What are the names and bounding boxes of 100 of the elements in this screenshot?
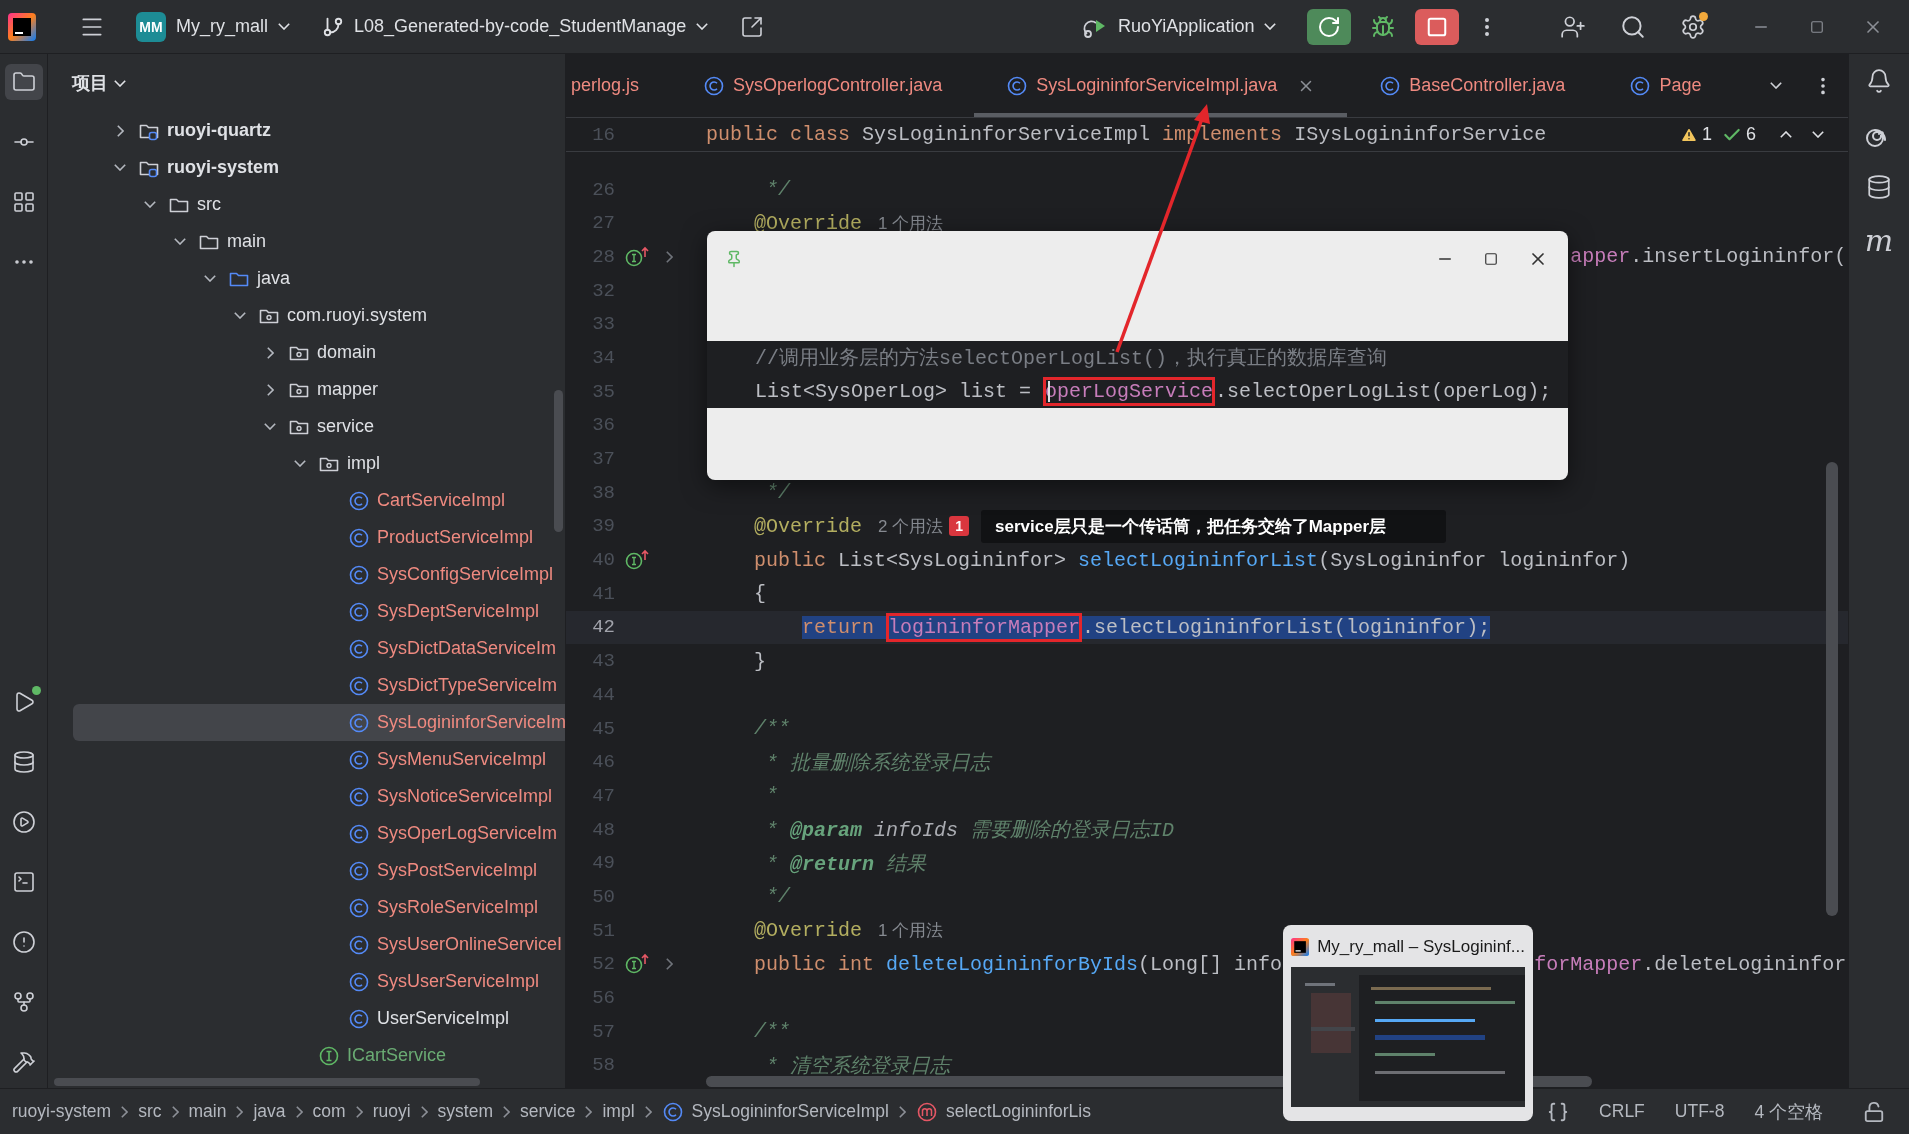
tree-item[interactable]: SysDictDataServiceIm: [73, 630, 565, 667]
expand-icon[interactable]: [204, 275, 216, 282]
tree-item[interactable]: mapper: [73, 371, 565, 408]
check-count[interactable]: 6: [1722, 124, 1756, 145]
tree-item[interactable]: SysLogininforServiceIm: [73, 704, 565, 741]
tool-window-button[interactable]: m: [1864, 226, 1894, 256]
stop-icon[interactable]: [1415, 8, 1459, 45]
code-line: forMapper.deleteLogininfor: [1534, 952, 1847, 976]
breadcrumb-item[interactable]: ruoyi: [372, 1101, 411, 1122]
tree-item[interactable]: SysUserOnlineServiceI: [73, 926, 565, 963]
editor-tab[interactable]: perlog.js: [566, 54, 672, 117]
tree-item[interactable]: java: [73, 260, 565, 297]
implements-icon[interactable]: [625, 953, 651, 976]
separator-icon: [121, 1105, 129, 1118]
class-icon: [348, 526, 370, 549]
encoding[interactable]: UTF-8: [1674, 1101, 1725, 1122]
tree-item[interactable]: service: [73, 408, 565, 445]
database-icon[interactable]: [1866, 174, 1892, 200]
breadcrumb-item[interactable]: selectLogininforLis: [916, 1100, 1091, 1123]
editor-tab[interactable]: BaseController.java: [1347, 54, 1598, 117]
usage-hint[interactable]: 1 个用法: [878, 919, 944, 943]
tree-item[interactable]: src: [73, 186, 565, 223]
tree-item[interactable]: SysNoticeServiceImpl: [73, 778, 565, 815]
implements-icon[interactable]: [625, 549, 651, 572]
project-selector[interactable]: MM My_ry_mall: [130, 7, 296, 46]
rerun-icon[interactable]: [1307, 8, 1351, 45]
class-icon: [348, 637, 370, 660]
scrollbar-thumb[interactable]: [554, 390, 563, 532]
project-tool-icon[interactable]: [4, 64, 43, 100]
breadcrumb-item[interactable]: src: [138, 1101, 162, 1122]
class-icon: [348, 785, 370, 808]
class-icon: [348, 822, 370, 845]
next-icon[interactable]: [1812, 131, 1824, 138]
tree-item[interactable]: SysDictTypeServiceIm: [73, 667, 565, 704]
expand-icon[interactable]: [266, 346, 274, 359]
code-line: }: [753, 649, 766, 673]
run-config-selector[interactable]: RuoYiApplication: [1076, 7, 1291, 46]
breadcrumb-item[interactable]: SysLogininforServiceImpl: [661, 1100, 889, 1123]
window-preview[interactable]: My_ry_mall – SysLogininf...: [1283, 925, 1533, 1121]
tree-item[interactable]: SysUserServiceImpl: [73, 963, 565, 1000]
expand-icon[interactable]: [144, 201, 156, 208]
scrollbar-thumb[interactable]: [54, 1078, 480, 1086]
implements-icon[interactable]: [625, 245, 651, 268]
tree-item[interactable]: CartServiceImpl: [73, 482, 565, 519]
breadcrumb-item[interactable]: impl: [602, 1101, 635, 1122]
panel-title[interactable]: 项目: [72, 71, 126, 95]
indent-setting[interactable]: 4 个空格: [1754, 1099, 1823, 1124]
line-separator[interactable]: CRLF: [1599, 1101, 1645, 1122]
expand-icon[interactable]: [114, 164, 126, 171]
breadcrumb-item[interactable]: com: [312, 1101, 346, 1122]
tree-item[interactable]: domain: [73, 334, 565, 371]
tree-item[interactable]: ruoyi-quartz: [73, 112, 565, 149]
tree-item[interactable]: SysOperLogServiceIm: [73, 815, 565, 852]
tree-item[interactable]: SysConfigServiceImpl: [73, 556, 565, 593]
tree-item[interactable]: com.ruoyi.system: [73, 297, 565, 334]
braces-icon[interactable]: [1547, 1100, 1570, 1123]
warning-count[interactable]: 1: [1679, 124, 1712, 145]
breadcrumb-item[interactable]: ruoyi-system: [12, 1101, 112, 1122]
tree-item[interactable]: SysRoleServiceImpl: [73, 889, 565, 926]
previous-icon[interactable]: [1780, 131, 1792, 138]
tree-item[interactable]: main: [73, 223, 565, 260]
number-badge: 1: [949, 516, 969, 537]
preview-title: My_ry_mall – SysLogininf...: [1317, 937, 1525, 957]
notifications-icon[interactable]: [1866, 68, 1892, 94]
separator-icon: [420, 1105, 428, 1118]
class-icon: [1629, 74, 1652, 97]
scrollbar-thumb[interactable]: [1826, 462, 1838, 916]
expand-icon[interactable]: [234, 312, 246, 319]
tree-item[interactable]: ruoyi-system: [73, 149, 565, 186]
tree-item[interactable]: SysMenuServiceImpl: [73, 741, 565, 778]
code-line: */: [765, 178, 790, 202]
tree-item[interactable]: impl: [73, 445, 565, 482]
editor-tab[interactable]: Page: [1597, 54, 1712, 117]
fold-icon[interactable]: [666, 250, 673, 263]
breadcrumb-item[interactable]: system: [437, 1101, 493, 1122]
tree-item[interactable]: UserServiceImpl: [73, 1000, 565, 1037]
expand-icon[interactable]: [266, 383, 274, 396]
expand-icon[interactable]: [116, 124, 124, 137]
tree-item[interactable]: SysPostServiceImpl: [73, 852, 565, 889]
lock-icon[interactable]: [1863, 1100, 1885, 1123]
usage-hint[interactable]: 2 个用法: [878, 514, 944, 538]
tree-item[interactable]: ProductServiceImpl: [73, 519, 565, 556]
maximize-icon[interactable]: [1484, 252, 1498, 266]
expand-icon[interactable]: [264, 423, 276, 430]
code-line: *: [765, 784, 778, 808]
tree-item[interactable]: SysDeptServiceImpl: [73, 593, 565, 630]
code-line: {: [753, 582, 766, 606]
tree-item[interactable]: ICartService: [73, 1037, 565, 1074]
editor-tab[interactable]: SysOperlogController.java: [671, 54, 975, 117]
breadcrumb-item[interactable]: service: [520, 1101, 576, 1122]
branch-selector[interactable]: L08_Generated-by-code_StudentManage: [316, 7, 715, 46]
app-logo-icon[interactable]: [8, 12, 36, 41]
breadcrumb-item[interactable]: main: [188, 1101, 227, 1122]
fold-icon[interactable]: [666, 958, 673, 971]
usage-hint[interactable]: 1 个用法: [878, 211, 944, 235]
expand-icon[interactable]: [174, 238, 186, 245]
expand-icon[interactable]: [294, 460, 306, 467]
caret-icon[interactable]: [1770, 82, 1782, 89]
breadcrumb-item[interactable]: java: [253, 1101, 286, 1122]
code-text: List<SysOperLog> list =: [754, 380, 1033, 404]
